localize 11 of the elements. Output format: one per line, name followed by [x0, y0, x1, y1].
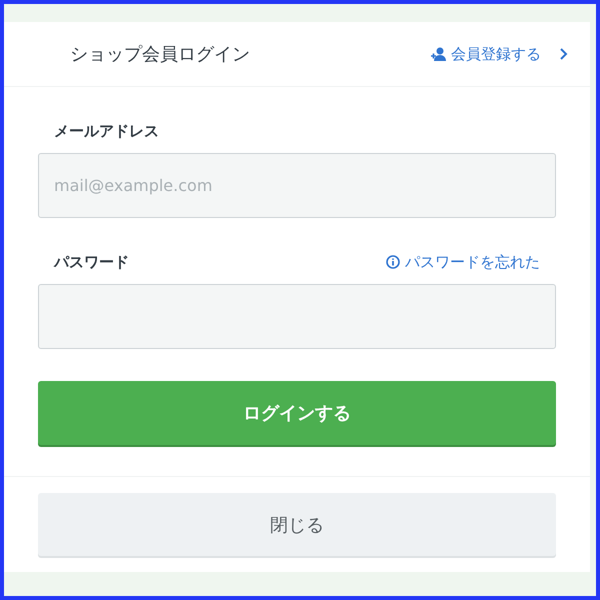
info-icon	[386, 255, 400, 269]
email-field[interactable]: mail@example.com	[38, 153, 556, 218]
user-add-icon	[431, 47, 446, 61]
register-link[interactable]: 会員登録する	[431, 44, 570, 64]
email-label: メールアドレス	[54, 122, 159, 140]
close-button[interactable]: 閉じる	[38, 493, 556, 556]
password-field[interactable]	[38, 284, 556, 349]
login-button[interactable]: ログインする	[38, 381, 556, 445]
dialog-title: ショップ会員ログイン	[70, 43, 250, 66]
forgot-password-link[interactable]: パスワードを忘れた	[386, 252, 540, 272]
password-label: パスワード	[54, 252, 129, 272]
